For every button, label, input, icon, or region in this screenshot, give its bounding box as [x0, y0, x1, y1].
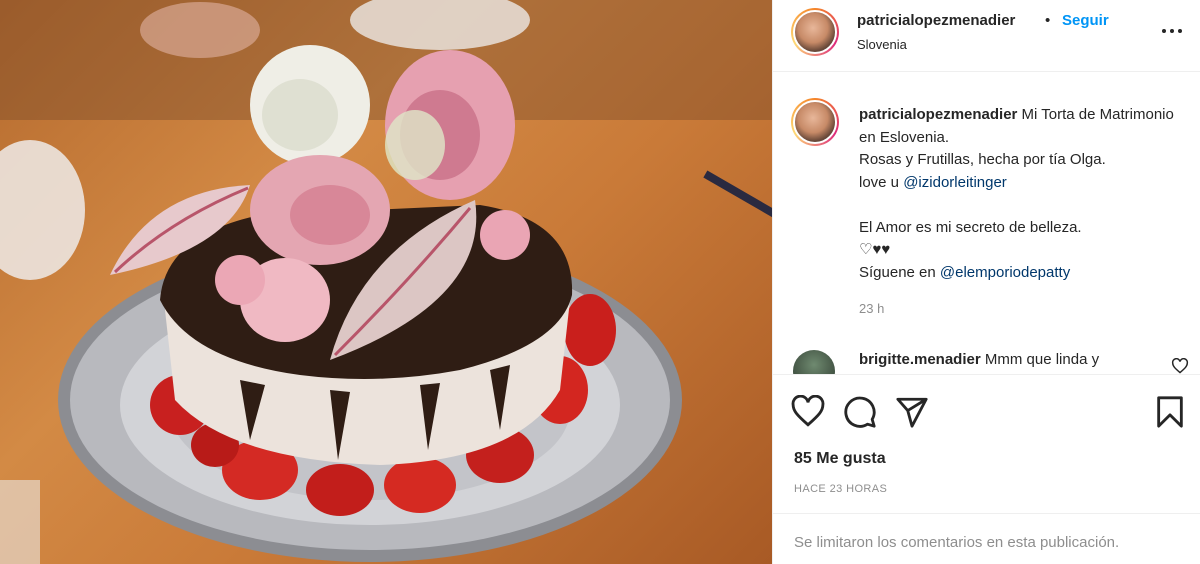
caption-line-7-prefix: Síguene en	[859, 263, 940, 281]
comments-section: patricialopezmenadier Mi Torta de Matrim…	[773, 72, 1200, 374]
post-location[interactable]: Slovenia	[857, 37, 907, 52]
follow-button[interactable]: Seguir	[1062, 12, 1109, 29]
comments-limited-notice: Se limitaron los comentarios en esta pub…	[773, 513, 1200, 564]
author-username[interactable]: patricialopezmenadier	[857, 12, 1015, 29]
caption-line-2: Rosas y Frutillas, hecha por tía Olga.	[859, 151, 1106, 168]
post-header: patricialopezmenadier • Seguir Slovenia	[773, 0, 1200, 72]
likes-count[interactable]: 85 Me gusta	[794, 450, 886, 468]
author-avatar[interactable]	[791, 8, 839, 56]
heart-icon[interactable]	[791, 395, 825, 429]
caption: patricialopezmenadier Mi Torta de Matrim…	[859, 104, 1179, 284]
caption-avatar[interactable]	[791, 98, 839, 146]
caption-hearts: ♡♥♥	[859, 241, 891, 258]
commenter-avatar[interactable]	[793, 350, 835, 374]
caption-timestamp[interactable]: 23 h	[859, 301, 884, 316]
caption-username[interactable]: patricialopezmenadier	[859, 106, 1017, 123]
comment-icon[interactable]	[843, 395, 877, 429]
commenter-username[interactable]: brigitte.menadier	[859, 351, 981, 368]
cake-image	[0, 0, 772, 564]
post-time-ago[interactable]: HACE 23 HORAS	[794, 483, 887, 495]
post-photo[interactable]	[0, 0, 772, 564]
more-options-icon[interactable]	[1159, 18, 1185, 44]
mention-elemporiodepatty[interactable]: @elemporiodepatty	[940, 264, 1070, 281]
caption-line-5: El Amor es mi secreto de belleza.	[859, 218, 1082, 236]
post-actions: 85 Me gusta HACE 23 HORAS Se limitaron l…	[773, 374, 1200, 564]
comment: brigitte.menadier Mmm que linda y	[859, 351, 1099, 368]
comment-like-icon[interactable]	[1171, 358, 1189, 374]
caption-line-3-prefix: love u	[859, 173, 904, 191]
comment-text: Mmm que linda y	[980, 351, 1100, 368]
send-icon[interactable]	[895, 395, 929, 429]
separator-dot: •	[1045, 12, 1051, 29]
post-sidebar: patricialopezmenadier • Seguir Slovenia …	[772, 0, 1200, 564]
mention-izidorleitinger[interactable]: @izidorleitinger	[903, 174, 1007, 191]
bookmark-icon[interactable]	[1153, 395, 1187, 429]
